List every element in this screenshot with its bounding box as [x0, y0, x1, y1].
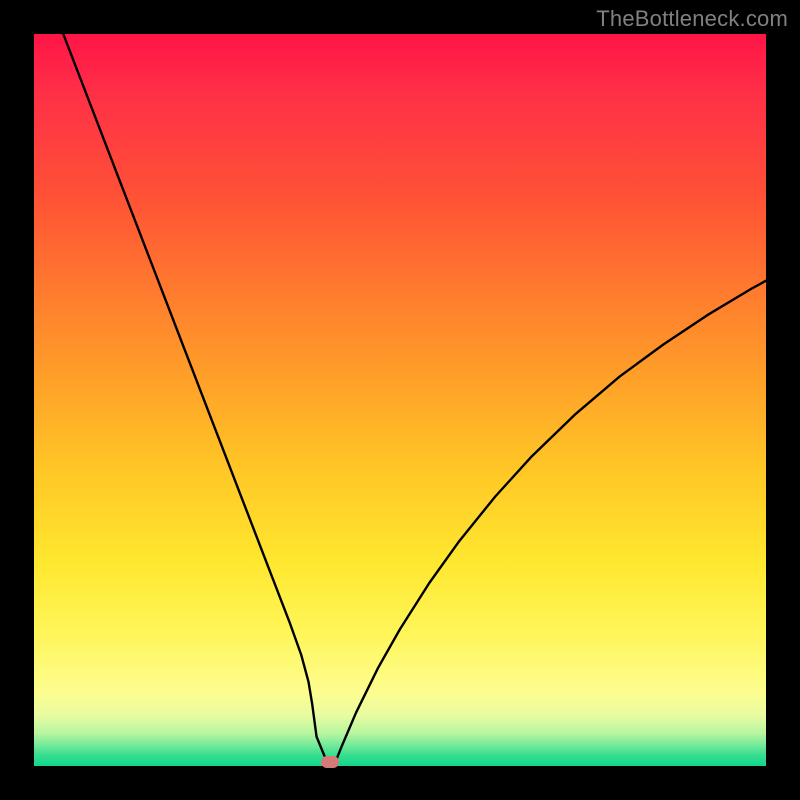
bottleneck-curve — [63, 34, 766, 762]
curve-svg — [34, 34, 766, 766]
plot-area — [34, 34, 766, 766]
optimal-point-marker — [321, 756, 339, 768]
watermark-text: TheBottleneck.com — [596, 6, 788, 32]
chart-frame: TheBottleneck.com — [0, 0, 800, 800]
